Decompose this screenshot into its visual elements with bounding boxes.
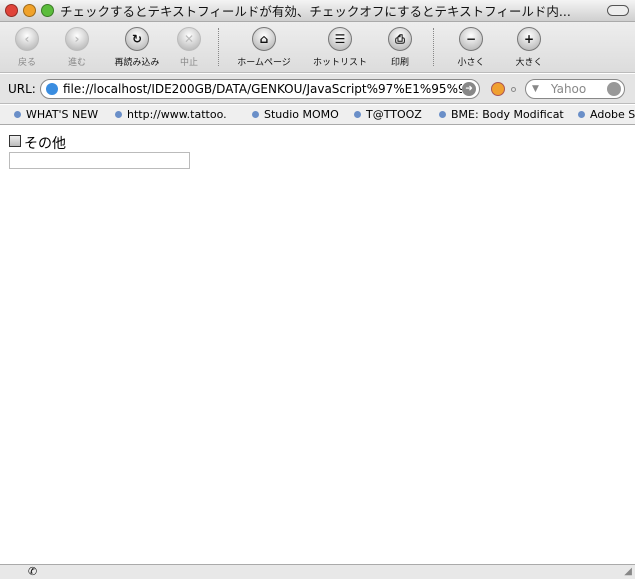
search-placeholder: Yahoo: [550, 82, 587, 96]
bookmark-label: http://www.tattoo.: [127, 108, 227, 121]
bookmark-label: T@TTOOZ: [366, 108, 422, 121]
toolbar: ‹ 戻る › 進む ↻ 再読み込み ✕ 中止 ⌂ ホームページ ☰ ホットリスト ⎙ 印刷 −…: [0, 22, 635, 73]
bookmark-item[interactable]: WHAT'S NEW: [14, 108, 98, 121]
search-input[interactable]: ▼ Yahoo: [525, 79, 625, 99]
text-larger-button[interactable]: + 大きく: [499, 27, 559, 68]
bookmark-label: WHAT'S NEW: [26, 108, 99, 121]
page-content: その他: [0, 126, 635, 564]
stop-button[interactable]: ✕ 中止: [159, 27, 219, 68]
go-arrow-icon[interactable]: ➜: [462, 82, 476, 96]
dropdown-arrow-icon[interactable]: ▼: [532, 84, 539, 94]
bookmark-icon: [439, 111, 446, 118]
text-smaller-button[interactable]: − 小さく: [441, 27, 501, 68]
reload-icon: ↻: [125, 27, 149, 51]
checkbox-label: その他: [24, 136, 66, 152]
print-label: 印刷: [390, 58, 409, 68]
other-checkbox[interactable]: [9, 135, 21, 147]
resize-grip[interactable]: ◢: [624, 566, 632, 577]
bookmark-icon: [14, 111, 21, 118]
url-label: URL:: [8, 81, 36, 96]
stop-icon: ✕: [177, 27, 201, 51]
bookmark-item[interactable]: BME: Body Modificat: [439, 108, 564, 121]
title-bar: チェックするとテキストフィールドが有効、チェックオフにするとテキストフィールド内…: [0, 0, 635, 22]
bookmark-label: Adobe S: [590, 108, 635, 121]
close-button[interactable]: [5, 4, 18, 17]
address-bar: URL: file://localhost/IDE200GB/DATA/GENK…: [0, 74, 635, 104]
bookmark-item[interactable]: http://www.tattoo.: [115, 108, 227, 121]
plus-icon: +: [517, 27, 541, 51]
url-input[interactable]: file://localhost/IDE200GB/DATA/GENKOU/Ja…: [40, 79, 480, 99]
reload-label: 再読み込み: [114, 58, 160, 68]
minimize-button[interactable]: [23, 4, 36, 17]
home-icon: ⌂: [252, 27, 276, 51]
favorites-bar: WHAT'S NEW http://www.tattoo. Studio MOM…: [0, 105, 635, 125]
zoom-button[interactable]: [41, 4, 54, 17]
toolbar-separator: [433, 28, 434, 66]
home-button[interactable]: ⌂ ホームページ: [234, 27, 294, 68]
home-label: ホームページ: [237, 58, 291, 68]
bookmark-icon: [252, 111, 259, 118]
list-icon: ☰: [328, 27, 352, 51]
stop-label: 中止: [179, 58, 198, 68]
bookmark-icon: [578, 111, 585, 118]
bookmark-item[interactable]: T@TTOOZ: [354, 108, 422, 121]
print-button[interactable]: ⎙ 印刷: [370, 27, 430, 68]
forward-label: 進む: [67, 58, 86, 68]
hotlist-label: ホットリスト: [312, 58, 367, 68]
bookmark-label: Studio MOMO: [264, 108, 339, 121]
other-text-field[interactable]: [9, 152, 190, 169]
dot-icon: [511, 87, 516, 92]
minus-icon: −: [459, 27, 483, 51]
search-icon[interactable]: [607, 82, 621, 96]
reload-button[interactable]: ↻ 再読み込み: [107, 27, 167, 68]
bookmark-item[interactable]: Adobe S: [578, 108, 635, 121]
back-label: 戻る: [17, 58, 36, 68]
connection-phone-icon: ✆: [28, 565, 38, 578]
page-holder-icon[interactable]: [491, 82, 505, 96]
back-arrow-icon: ‹: [15, 27, 39, 51]
globe-icon: [46, 83, 58, 95]
forward-arrow-icon: ›: [65, 27, 89, 51]
bookmark-item[interactable]: Studio MOMO: [252, 108, 339, 121]
toolbar-toggle-button[interactable]: [607, 5, 629, 16]
status-bar: ✆ ◢: [0, 564, 635, 579]
hotlist-button[interactable]: ☰ ホットリスト: [310, 27, 370, 68]
forward-button[interactable]: › 進む: [47, 27, 107, 68]
bookmark-icon: [115, 111, 122, 118]
window-title: チェックするとテキストフィールドが有効、チェックオフにするとテキストフィールド内…: [60, 4, 571, 19]
toolbar-separator: [218, 28, 219, 66]
bookmark-icon: [354, 111, 361, 118]
print-icon: ⎙: [388, 27, 412, 51]
smaller-label: 小さく: [457, 58, 485, 68]
bookmark-label: BME: Body Modificat: [451, 108, 564, 121]
url-text: file://localhost/IDE200GB/DATA/GENKOU/Ja…: [63, 82, 462, 96]
larger-label: 大きく: [515, 58, 543, 68]
